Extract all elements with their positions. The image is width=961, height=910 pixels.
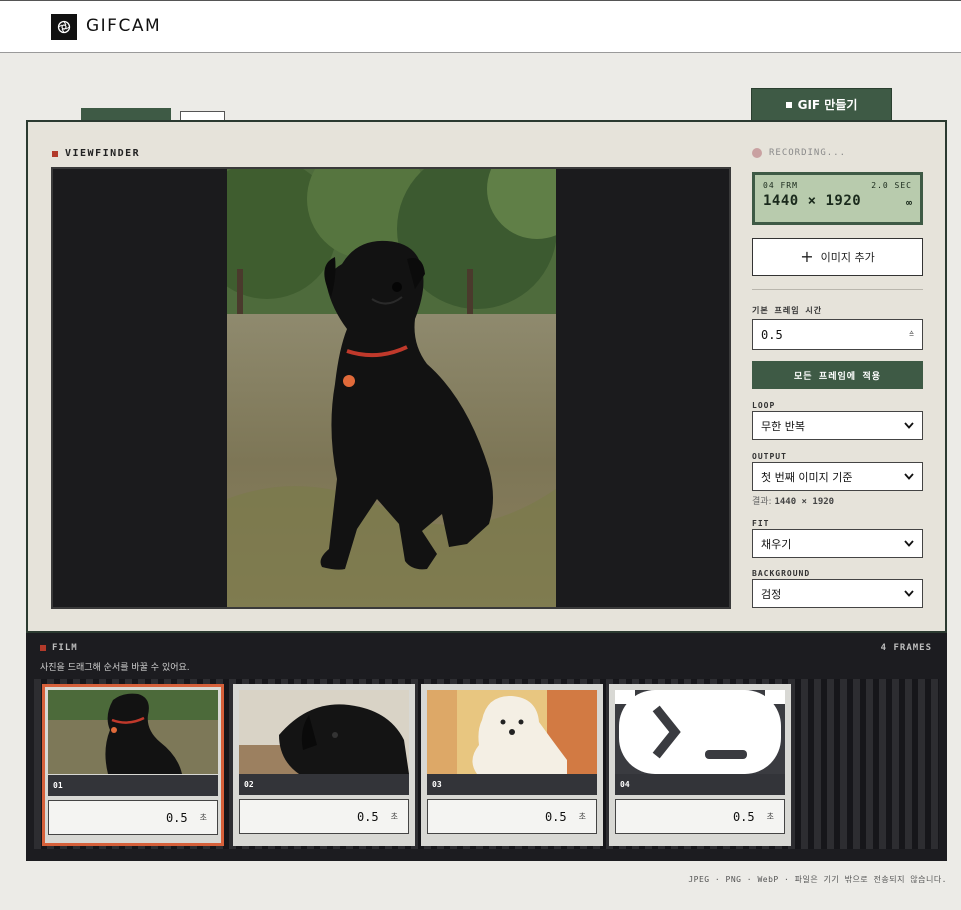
chevron-down-icon	[904, 590, 914, 597]
fit-label: FIT	[752, 519, 770, 528]
preview-image	[227, 169, 556, 607]
film-frame-1[interactable]: 01 0.5 초	[42, 684, 224, 846]
film-frame-4[interactable]: 04 0.5 초	[609, 684, 791, 846]
frame-count: 04 FRM	[763, 181, 798, 190]
recording-indicator: RECORDING...	[752, 148, 846, 158]
app-header: GIFCAM	[0, 0, 961, 53]
frame-thumbnail	[48, 690, 218, 774]
frame-number: 02	[239, 774, 409, 795]
chevron-down-icon	[904, 473, 914, 480]
square-marker-icon	[52, 150, 58, 157]
default-frame-time-label: 기본 프레임 시간	[752, 306, 823, 315]
make-gif-label: GIF 만들기	[797, 98, 858, 112]
film-hint: 사진을 드래그해 순서를 바꿀 수 있어요.	[40, 663, 190, 673]
background-label: BACKGROUND	[752, 569, 811, 578]
divider	[752, 289, 923, 290]
total-duration: 2.0 SEC	[871, 181, 912, 190]
footer-note: JPEG · PNG · WebP · 파일은 기기 밖으로 전송되지 않습니다…	[688, 875, 947, 884]
film-title: FILM	[40, 643, 78, 653]
frame-thumbnail	[427, 690, 597, 774]
background-select[interactable]: 검정	[752, 579, 923, 608]
viewfinder-preview	[51, 167, 731, 609]
apply-all-frames-button[interactable]: 모든 프레임에 적용	[752, 361, 923, 389]
output-dimensions: 1440 × 1920	[763, 193, 862, 209]
frame-number: 04	[615, 774, 785, 795]
brand-name: GIFCAM	[86, 16, 162, 36]
square-marker-icon	[40, 645, 46, 651]
film-strip: FILM 4 FRAMES 사진을 드래그해 순서를 바꿀 수 있어요. 01 …	[26, 633, 947, 861]
frame-number: 01	[48, 775, 218, 796]
record-dot-icon	[752, 148, 762, 158]
add-image-button[interactable]: + 이미지 추가	[752, 238, 923, 276]
loop-label: LOOP	[752, 401, 776, 410]
aperture-logo-icon	[51, 14, 77, 40]
frame-number: 03	[427, 774, 597, 795]
fit-select[interactable]: 채우기	[752, 529, 923, 558]
default-frame-time-input[interactable]: 0.5 ≙	[752, 319, 923, 350]
film-frame-count: 4 FRAMES	[880, 643, 932, 653]
square-icon	[785, 101, 792, 108]
frame-thumbnail	[615, 690, 785, 774]
infinity-icon: ∞	[905, 198, 912, 209]
chevron-down-icon	[904, 540, 914, 547]
frame-duration-input[interactable]: 0.5 초	[239, 799, 409, 834]
output-result: 결과: 1440 × 1920	[752, 497, 835, 507]
film-frame-3[interactable]: 03 0.5 초	[421, 684, 603, 846]
frame-duration-input[interactable]: 0.5 초	[615, 799, 785, 834]
chevron-down-icon	[904, 422, 914, 429]
output-label: OUTPUT	[752, 452, 787, 461]
frame-duration-input[interactable]: 0.5 초	[48, 800, 218, 835]
viewfinder-title: VIEWFINDER	[52, 148, 140, 159]
film-frame-2[interactable]: 02 0.5 초	[233, 684, 415, 846]
viewfinder-panel: VIEWFINDER RECORDING... 04 FRM 2.0 SEC 1…	[26, 120, 947, 633]
stepper-icon[interactable]: ≙	[909, 330, 914, 339]
output-select[interactable]: 첫 번째 이미지 기준	[752, 462, 923, 491]
plus-icon: +	[800, 247, 814, 266]
make-gif-button[interactable]: GIF 만들기	[751, 88, 892, 121]
lcd-display: 04 FRM 2.0 SEC 1440 × 1920 ∞	[752, 172, 923, 225]
loop-select[interactable]: 무한 반복	[752, 411, 923, 440]
frame-duration-input[interactable]: 0.5 초	[427, 799, 597, 834]
frame-thumbnail	[239, 690, 409, 774]
